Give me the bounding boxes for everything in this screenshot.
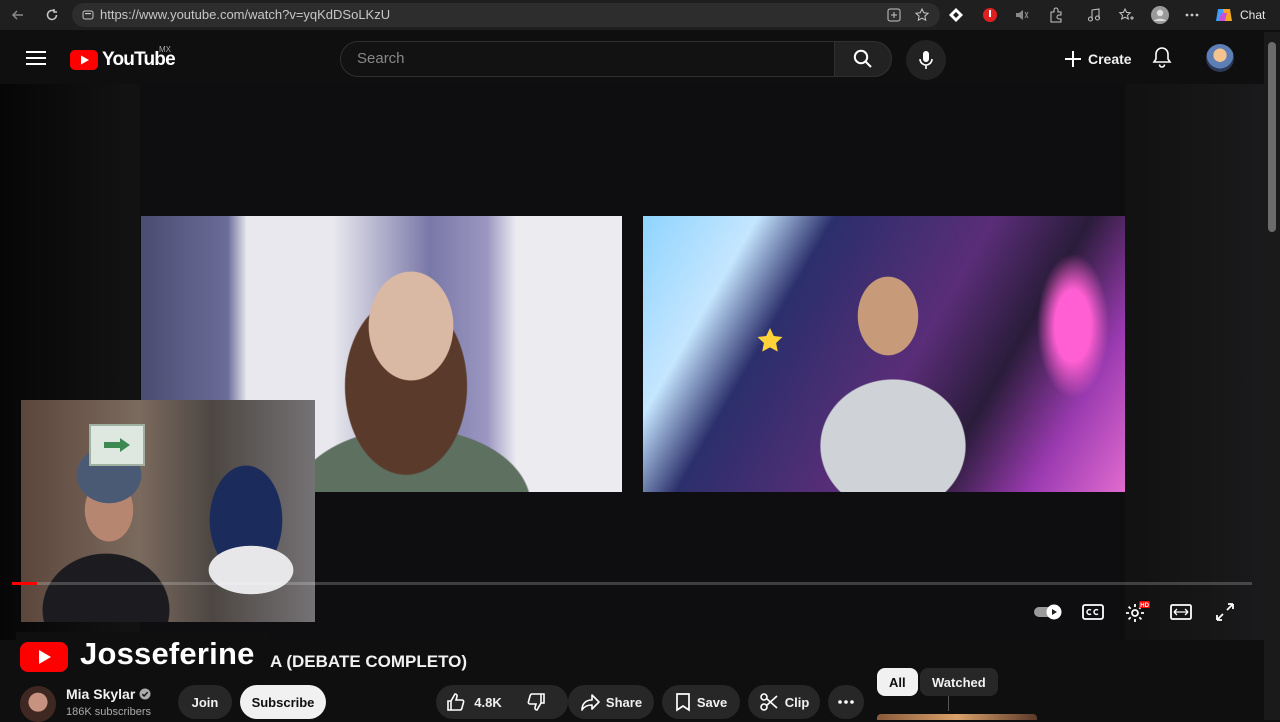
search-icon bbox=[853, 49, 872, 68]
like-button[interactable]: 4.8K bbox=[436, 685, 512, 719]
guide-menu-icon[interactable] bbox=[26, 50, 46, 66]
clip-label: Clip bbox=[784, 694, 810, 710]
search-button[interactable] bbox=[834, 41, 892, 77]
like-count: 4.8K bbox=[474, 694, 502, 710]
search-input[interactable] bbox=[357, 50, 817, 67]
chip-all[interactable]: All bbox=[877, 668, 918, 696]
share-button[interactable]: Share bbox=[568, 685, 654, 719]
subscribe-label: Subscribe bbox=[251, 694, 315, 710]
clip-button[interactable]: Clip bbox=[748, 685, 820, 719]
like-dislike-group: 4.8K bbox=[436, 685, 949, 719]
subscribe-button[interactable]: Subscribe bbox=[240, 685, 326, 719]
theater-mode-icon bbox=[1170, 604, 1192, 620]
streamer-channel-overlay: Josseferine bbox=[16, 632, 270, 680]
youtube-masthead: YouTube MX Create bbox=[0, 32, 1264, 84]
more-horizontal-icon bbox=[838, 700, 854, 704]
verified-badge-icon bbox=[139, 688, 151, 700]
voice-search-button[interactable] bbox=[906, 40, 946, 80]
microphone-icon bbox=[919, 51, 933, 69]
copilot-chat-button[interactable]: Chat bbox=[1214, 3, 1276, 27]
dislike-button[interactable] bbox=[516, 685, 556, 719]
save-button[interactable]: Save bbox=[662, 685, 740, 719]
join-label: Join bbox=[191, 694, 219, 710]
fullscreen-icon bbox=[1216, 603, 1234, 621]
channel-name[interactable]: Mia Skylar bbox=[66, 686, 135, 702]
more-menu-icon[interactable] bbox=[1182, 5, 1202, 25]
browser-toolbar: https://www.youtube.com/watch?v=yqKdDSoL… bbox=[0, 0, 1280, 30]
chip-watched[interactable]: Watched bbox=[920, 668, 998, 696]
account-avatar[interactable] bbox=[1206, 44, 1234, 72]
closed-captions-icon bbox=[1082, 604, 1104, 620]
theater-mode-button[interactable] bbox=[1166, 600, 1196, 624]
create-button[interactable]: Create bbox=[1056, 41, 1144, 77]
bookmark-icon bbox=[675, 693, 690, 712]
video-right-webcam bbox=[643, 216, 1125, 492]
youtube-overlay-logo-icon bbox=[20, 642, 68, 672]
extensions-puzzle-icon[interactable] bbox=[1046, 5, 1066, 25]
star-decoration-icon bbox=[757, 328, 783, 352]
extension-diamond-icon[interactable] bbox=[946, 5, 966, 25]
related-video-thumbnail[interactable] bbox=[877, 714, 1037, 720]
settings-button[interactable]: HD bbox=[1122, 600, 1152, 624]
scrollbar-thumb[interactable] bbox=[1268, 42, 1276, 232]
favorites-icon[interactable] bbox=[1116, 5, 1136, 25]
extension-red-icon[interactable] bbox=[980, 5, 1000, 25]
exit-sign-icon bbox=[89, 424, 145, 466]
thumbs-up-icon bbox=[447, 693, 465, 711]
more-actions-button[interactable] bbox=[828, 685, 864, 719]
mute-tab-icon[interactable] bbox=[1012, 5, 1032, 25]
overlay-channel-name: Josseferine bbox=[80, 636, 255, 671]
bell-icon bbox=[1152, 47, 1172, 68]
fullscreen-button[interactable] bbox=[1210, 600, 1240, 624]
copilot-icon bbox=[1214, 5, 1234, 25]
autoplay-toggle-icon bbox=[1034, 604, 1062, 620]
url-text: https://www.youtube.com/watch?v=yqKdDSoL… bbox=[100, 7, 391, 22]
autoplay-toggle[interactable] bbox=[1034, 600, 1064, 624]
media-control-icon[interactable] bbox=[1084, 5, 1104, 25]
streamer-webcam-overlay bbox=[21, 400, 315, 622]
favorite-star-icon[interactable] bbox=[912, 5, 932, 25]
progress-bar[interactable] bbox=[12, 582, 1252, 585]
channel-avatar[interactable] bbox=[20, 686, 56, 722]
save-label: Save bbox=[696, 694, 728, 710]
search-box[interactable] bbox=[340, 41, 834, 77]
subscriber-count: 186K subscribers bbox=[66, 706, 151, 718]
reload-icon[interactable] bbox=[42, 5, 62, 25]
site-info-icon[interactable] bbox=[78, 5, 98, 25]
create-label: Create bbox=[1088, 51, 1132, 67]
thumbs-down-icon bbox=[527, 693, 545, 711]
address-bar[interactable]: https://www.youtube.com/watch?v=yqKdDSoL… bbox=[72, 3, 940, 27]
region-code: MX bbox=[159, 45, 171, 54]
scissors-icon bbox=[759, 693, 778, 711]
apps-icon[interactable] bbox=[884, 5, 904, 25]
page-scrollbar[interactable] bbox=[1264, 32, 1280, 720]
join-button[interactable]: Join bbox=[178, 685, 232, 719]
profile-icon[interactable] bbox=[1150, 5, 1170, 25]
subtitles-button[interactable] bbox=[1078, 600, 1108, 624]
chat-label: Chat bbox=[1240, 8, 1266, 22]
video-title: A (DEBATE COMPLETO) bbox=[270, 652, 468, 671]
share-arrow-icon bbox=[581, 694, 600, 711]
video-player[interactable]: HD bbox=[0, 84, 1264, 640]
notifications-button[interactable] bbox=[1152, 46, 1172, 68]
back-icon[interactable] bbox=[8, 5, 28, 25]
plus-icon bbox=[1065, 51, 1081, 67]
share-label: Share bbox=[605, 694, 643, 710]
youtube-play-logo-icon bbox=[70, 50, 98, 70]
progress-played bbox=[12, 582, 37, 585]
svg-text:HD: HD bbox=[1140, 603, 1149, 609]
settings-gear-icon: HD bbox=[1126, 601, 1150, 622]
